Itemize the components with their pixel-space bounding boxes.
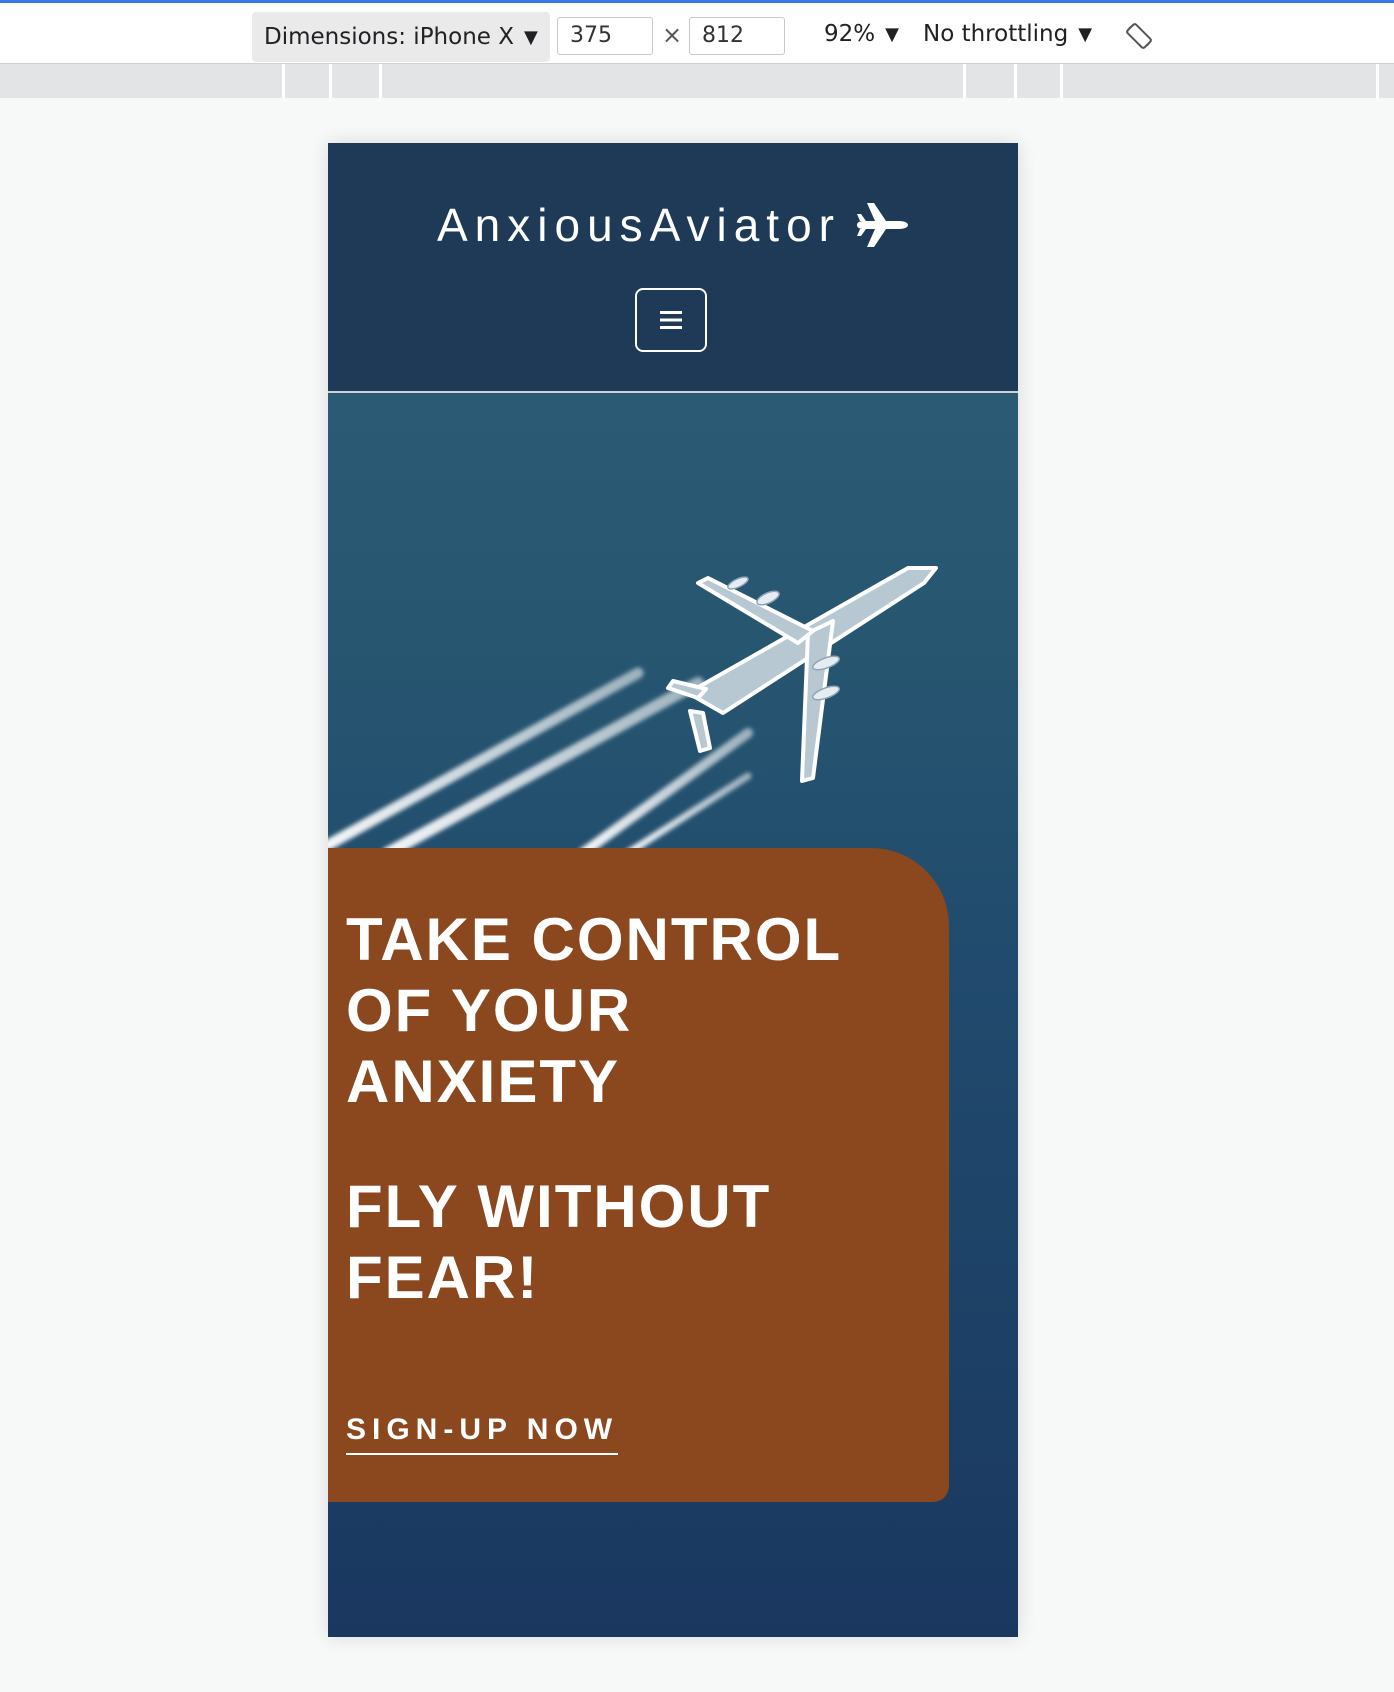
throttling-label: No throttling	[923, 21, 1069, 47]
ruler-marker[interactable]	[282, 64, 285, 98]
width-input[interactable]: 375	[557, 17, 653, 55]
device-viewport: AnxiousAviator TAKE CONTROL OF YOUR ANXI…	[328, 143, 1018, 1637]
site-header: AnxiousAviator	[328, 143, 1018, 393]
zoom-select[interactable]: 92% ▼	[824, 21, 899, 47]
brand-name: AnxiousAviator	[437, 199, 841, 251]
dimensions-label: Dimensions: iPhone X	[264, 24, 515, 50]
hero-section: TAKE CONTROL OF YOUR ANXIETY FLY WITHOUT…	[328, 393, 1018, 1637]
device-toolbar: Dimensions: iPhone X ▼ 375 × 812 92% ▼ N…	[0, 3, 1394, 64]
ruler-marker[interactable]	[1376, 64, 1379, 98]
dimensions-select[interactable]: Dimensions: iPhone X ▼	[252, 12, 550, 62]
rotate-device-icon[interactable]	[1124, 21, 1154, 51]
hamburger-menu-icon	[660, 311, 682, 329]
airplane-icon	[857, 203, 908, 247]
throttling-select[interactable]: No throttling ▼	[923, 21, 1092, 47]
airplane-contrail-image	[328, 566, 938, 853]
hero-card: TAKE CONTROL OF YOUR ANXIETY FLY WITHOUT…	[328, 848, 949, 1502]
media-query-ruler	[0, 64, 1394, 98]
dropdown-caret-icon: ▼	[1078, 23, 1093, 45]
dropdown-caret-icon: ▼	[885, 23, 899, 45]
times-separator: ×	[662, 21, 683, 49]
ruler-marker[interactable]	[963, 64, 966, 98]
height-input[interactable]: 812	[689, 17, 785, 55]
dropdown-caret-icon: ▼	[524, 26, 538, 48]
ruler-marker[interactable]	[329, 64, 332, 98]
ruler-marker[interactable]	[379, 64, 382, 98]
brand-logo[interactable]: AnxiousAviator	[328, 198, 1018, 252]
menu-toggle-button[interactable]	[635, 288, 707, 352]
hero-heading-primary: TAKE CONTROL OF YOUR ANXIETY	[346, 906, 842, 1115]
ruler-marker[interactable]	[1060, 64, 1063, 98]
signup-link[interactable]: SIGN-UP NOW	[346, 1413, 619, 1455]
hero-heading-secondary: FLY WITHOUT FEAR!	[346, 1173, 772, 1311]
ruler-marker[interactable]	[1014, 64, 1017, 98]
zoom-label: 92%	[824, 21, 876, 47]
